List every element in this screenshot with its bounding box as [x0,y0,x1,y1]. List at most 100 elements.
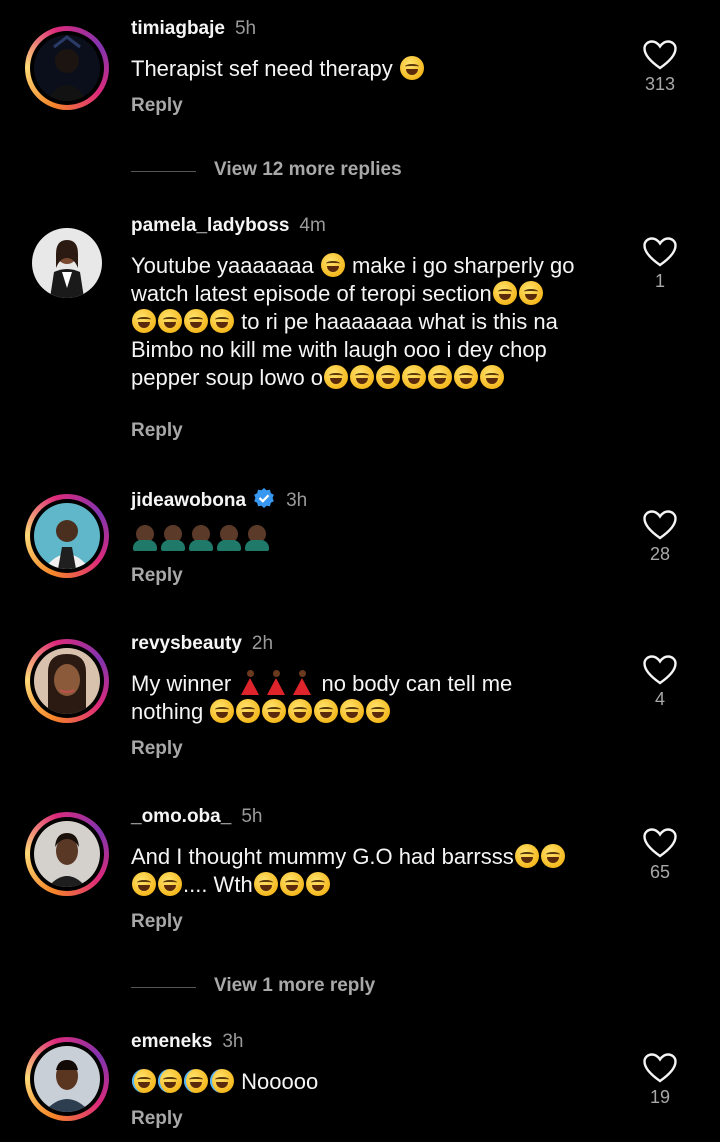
like-button[interactable]: 28 [630,510,690,565]
comment-text-line: pepper soup lowo o [131,365,324,390]
tears-of-joy-icon [305,872,330,896]
facepalm-icon [189,525,213,551]
comment-text-line: And I thought mummy G.O had barrsss [131,844,514,869]
heart-outline-icon [643,655,677,685]
facepalm-icon [217,525,241,551]
tears-of-joy-icon [454,365,479,389]
view-more-label[interactable]: View 1 more reply [214,975,375,997]
heart-outline-icon [643,1053,677,1083]
reply-button[interactable]: Reply [131,911,183,933]
heart-outline-icon [643,237,677,267]
facepalm-icon [245,525,269,551]
loudly-crying-icon [132,1069,156,1093]
comment-text [131,525,621,553]
tears-of-joy-icon [132,872,156,896]
tears-of-joy-icon [480,365,505,389]
like-count: 65 [649,862,671,882]
tears-of-joy-icon [376,365,401,389]
dancer-icon [291,670,313,696]
tears-of-joy-icon [492,281,517,305]
reply-button[interactable]: Reply [131,565,183,587]
comment-text-line: no body can tell me [321,671,513,696]
tears-of-joy-icon [514,844,539,868]
like-count: 1 [654,271,665,291]
timestamp: 3h [222,1031,244,1052]
rolling-laughing-icon [210,699,235,723]
avatar[interactable] [25,1037,109,1121]
avatar[interactable] [25,494,109,578]
username[interactable]: jideawobona [131,490,246,511]
comment-text: Youtube yaaaaaaa make i go sharperly go … [131,252,631,392]
like-button[interactable]: 313 [630,40,690,95]
avatar-image [32,228,102,298]
comment-text-content: Nooooo [241,1069,319,1094]
rolling-laughing-icon [366,699,391,723]
heart-outline-icon [643,40,677,70]
like-count: 19 [649,1087,671,1107]
reply-button[interactable]: Reply [131,738,183,760]
loudly-crying-icon [184,1069,208,1093]
comment-text-line: make i go sharperly go [351,253,575,278]
comment-text-line: nothing [131,699,204,724]
like-button[interactable]: 4 [630,655,690,710]
timestamp: 2h [251,633,274,654]
avatar-image [34,1046,100,1112]
dancer-icon [239,670,261,696]
avatar[interactable] [25,221,109,305]
like-button[interactable]: 1 [630,237,690,292]
view-more-replies-button[interactable]: View 1 more reply [131,973,531,1003]
comment-text-line: watch latest episode of teropi section [131,281,492,306]
comment-text-content: Therapist sef need therapy [131,56,393,81]
reply-button[interactable]: Reply [131,95,183,117]
tears-of-joy-icon [253,872,278,896]
tears-of-joy-icon [158,872,182,896]
timestamp: 3h [286,490,308,511]
heart-outline-icon [643,828,677,858]
tears-of-joy-icon [320,253,345,277]
username[interactable]: _omo.oba_ [131,806,231,827]
timestamp: 5h [241,806,263,827]
comment-text-line: Bimbo no kill me with laugh ooo i dey ch… [131,337,547,362]
verified-badge-icon [254,488,274,508]
view-more-replies-button[interactable]: View 12 more replies [131,157,531,187]
comment-text-line: My winner [131,671,232,696]
avatar[interactable] [25,26,109,110]
rolling-laughing-icon [288,699,313,723]
comment-text-line: .... Wth [183,872,253,897]
username[interactable]: emeneks [131,1031,212,1052]
username[interactable]: revysbeauty [131,633,242,654]
like-button[interactable]: 65 [630,828,690,883]
avatar[interactable] [25,812,109,896]
tears-of-joy-icon [402,365,427,389]
heart-outline-icon [643,510,677,540]
view-more-label[interactable]: View 12 more replies [214,159,402,181]
reply-button[interactable]: Reply [131,420,183,442]
tears-of-joy-icon [132,309,156,333]
comment-text: My winner no body can tell me nothing [131,670,621,726]
tears-of-joy-icon [279,872,304,896]
avatar-image [34,35,100,101]
username[interactable]: timiagbaje [131,18,225,39]
comment-text-line: Youtube yaaaaaaa [131,253,314,278]
loudly-crying-icon [210,1069,234,1093]
comment-text: And I thought mummy G.O had barrsss ....… [131,843,631,899]
avatar-image [34,821,100,887]
loudly-crying-icon [158,1069,182,1093]
dancer-icon [265,670,287,696]
username[interactable]: pamela_ladyboss [131,215,289,236]
rolling-laughing-icon [262,699,287,723]
reply-button[interactable]: Reply [131,1108,183,1130]
tears-of-joy-icon [428,365,453,389]
comment-text-line: to ri pe haaaaaaa what is this na [241,309,558,334]
timestamp: 5h [234,18,257,39]
rolling-laughing-icon [236,699,261,723]
divider-line [131,171,196,172]
avatar[interactable] [25,639,109,723]
avatar-image [34,503,100,569]
like-button[interactable]: 19 [630,1053,690,1108]
tears-of-joy-icon [158,309,182,333]
comment-text: Therapist sef need therapy [131,55,621,83]
facepalm-icon [161,525,185,551]
tears-of-joy-icon [540,844,565,868]
rolling-laughing-icon [340,699,365,723]
